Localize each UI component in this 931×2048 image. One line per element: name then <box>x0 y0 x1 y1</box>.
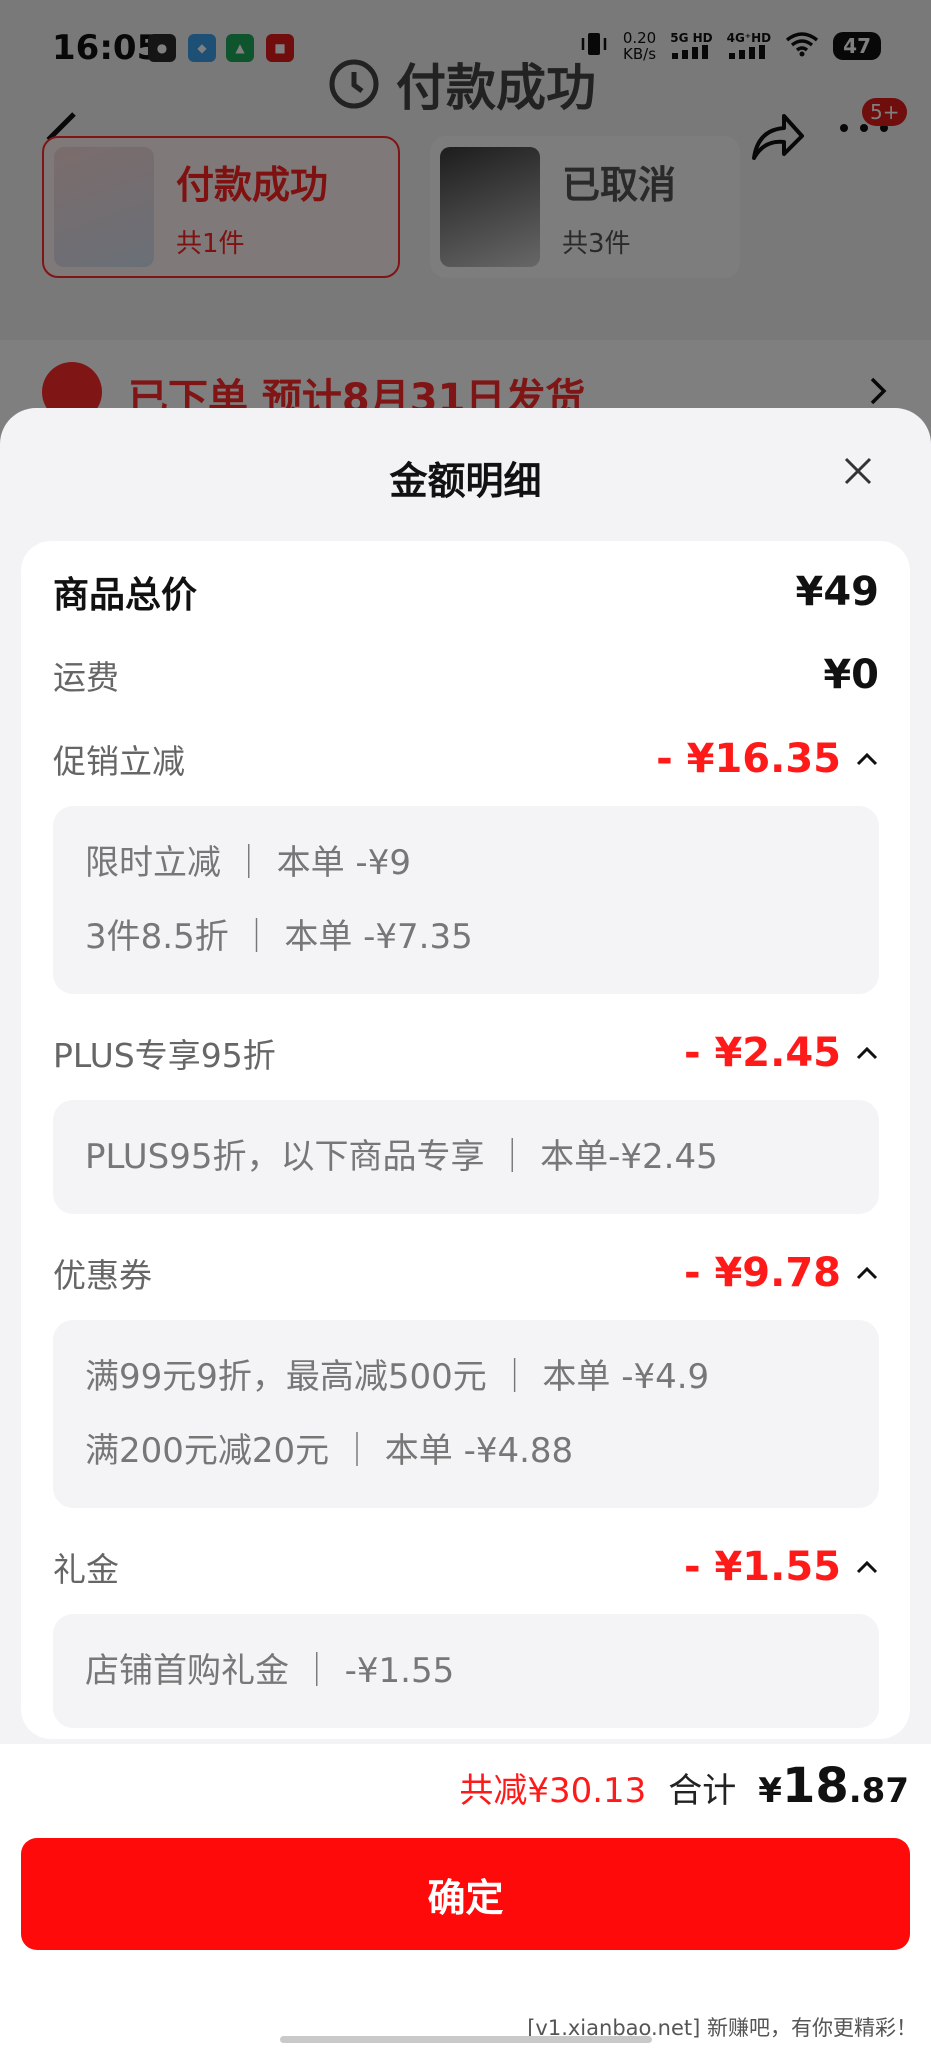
close-icon[interactable] <box>843 456 873 490</box>
promo-detail-line: 3件8.5折 ｜ 本单 -¥7.35 <box>85 917 473 957</box>
coupon-detail-line: 满200元减20元 ｜ 本单 -¥4.88 <box>85 1431 574 1471</box>
gift-label: 礼金 <box>53 1550 119 1589</box>
home-indicator[interactable] <box>280 2036 652 2043</box>
total-price-label: 商品总价 <box>53 575 198 616</box>
totals: 共减¥30.13 合计 ¥18.87 <box>459 1758 909 1814</box>
currency-symbol: ¥ <box>758 1771 782 1811</box>
row-shipping: 运费 ¥0 <box>53 650 879 700</box>
chevron-up-icon[interactable] <box>855 1045 879 1061</box>
row-gift-money[interactable]: 礼金 - ¥1.55 <box>53 1542 879 1592</box>
plus-label: PLUS专享95折 <box>53 1036 276 1075</box>
row-plus-discount[interactable]: PLUS专享95折 - ¥2.45 <box>53 1028 879 1078</box>
amount-decimal: .87 <box>848 1771 909 1811</box>
promo-detail-line: 限时立减 ｜ 本单 -¥9 <box>85 843 411 883</box>
plus-detail-box: PLUS95折，以下商品专享 ｜ 本单-¥2.45 <box>53 1100 879 1214</box>
coupon-value: - ¥9.78 <box>683 1250 841 1296</box>
amount-integer: 18 <box>781 1758 849 1814</box>
coupon-label: 优惠券 <box>53 1256 152 1295</box>
promo-detail-box: 限时立减 ｜ 本单 -¥9 3件8.5折 ｜ 本单 -¥7.35 <box>53 806 879 994</box>
chevron-up-icon[interactable] <box>855 1265 879 1281</box>
confirm-button[interactable]: 确定 <box>21 1838 910 1950</box>
gift-detail-box: 店铺首购礼金 ｜ -¥1.55 <box>53 1614 879 1728</box>
promo-value: - ¥16.35 <box>656 736 841 782</box>
total-price-value: ¥49 <box>795 569 880 615</box>
shipping-value: ¥0 <box>823 652 879 698</box>
sheet-title: 金额明细 <box>389 459 542 503</box>
promo-label: 促销立减 <box>53 742 185 781</box>
row-promo[interactable]: 促销立减 - ¥16.35 <box>53 734 879 784</box>
footer-bar: 共减¥30.13 合计 ¥18.87 确定 [v1.xianbao.net] 新… <box>0 1744 931 2048</box>
gift-value: - ¥1.55 <box>683 1544 841 1590</box>
total-sum-label: 合计 <box>668 1771 737 1811</box>
plus-detail-line: PLUS95折，以下商品专享 ｜ 本单-¥2.45 <box>85 1137 718 1177</box>
plus-value: - ¥2.45 <box>683 1030 841 1076</box>
price-detail-card: 商品总价 ¥49 运费 ¥0 促销立减 - ¥16.35 限时立减 ｜ 本单 -… <box>21 541 910 1739</box>
chevron-up-icon[interactable] <box>855 1559 879 1575</box>
coupon-detail-box: 满99元9折，最高减500元 ｜ 本单 -¥4.9 满200元减20元 ｜ 本单… <box>53 1320 879 1508</box>
total-amount: ¥18.87 <box>758 1758 909 1814</box>
row-total-price: 商品总价 ¥49 <box>53 567 879 617</box>
shipping-label: 运费 <box>53 658 119 697</box>
coupon-detail-line: 满99元9折，最高减500元 ｜ 本单 -¥4.9 <box>85 1357 710 1397</box>
chevron-up-icon[interactable] <box>855 751 879 767</box>
gift-detail-line: 店铺首购礼金 ｜ -¥1.55 <box>85 1651 455 1691</box>
total-discount: 共减¥30.13 <box>459 1771 647 1811</box>
row-coupon[interactable]: 优惠券 - ¥9.78 <box>53 1248 879 1298</box>
